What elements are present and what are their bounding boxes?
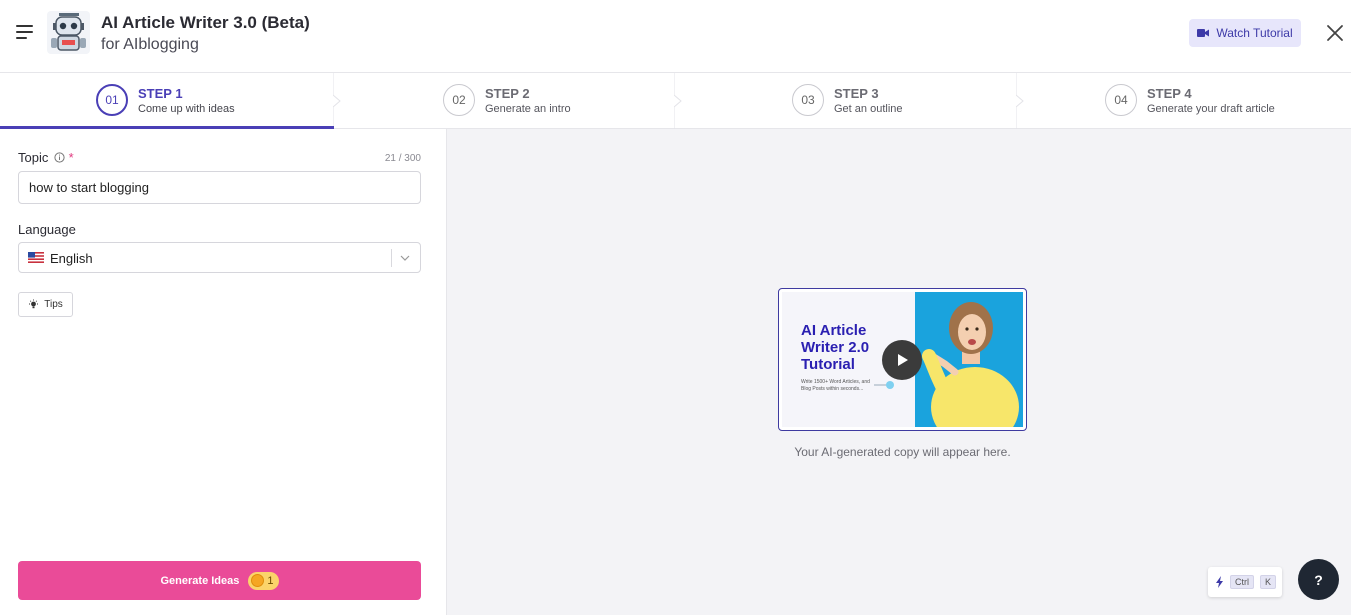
watch-tutorial-button[interactable]: Watch Tutorial xyxy=(1189,19,1301,47)
step-3-tab[interactable]: 03 STEP 3 Get an outline xyxy=(792,73,1012,129)
input-panel: Topic * 21 / 300 Language English xyxy=(0,129,447,615)
topic-input[interactable] xyxy=(18,171,421,204)
hamburger-menu-icon[interactable] xyxy=(16,24,34,40)
step-title: STEP 1 xyxy=(138,86,183,101)
video-subtitle: Write 1500+ Word Articles, and Blog Post… xyxy=(801,379,870,392)
chevron-down-icon xyxy=(400,255,410,261)
step-description: Come up with ideas xyxy=(138,103,235,115)
info-icon[interactable] xyxy=(54,152,65,163)
topic-label: Topic xyxy=(18,150,49,165)
step-number: 03 xyxy=(792,84,824,116)
topic-char-counter: 21 / 300 xyxy=(384,153,421,164)
credit-cost-badge: 1 xyxy=(248,571,279,590)
step-2-tab[interactable]: 02 STEP 2 Generate an intro xyxy=(443,73,663,129)
topic-label-row: Topic * xyxy=(18,150,74,165)
generate-ideas-label: Generate Ideas xyxy=(160,574,240,587)
language-label: Language xyxy=(18,222,76,237)
step-number: 04 xyxy=(1105,84,1137,116)
step-description: Generate an intro xyxy=(485,103,571,115)
lightning-icon xyxy=(1216,576,1223,588)
steps-bar: 01 STEP 1 Come up with ideas 02 STEP 2 G… xyxy=(0,73,1351,129)
help-button[interactable]: ? xyxy=(1298,559,1339,600)
generate-ideas-button[interactable]: Generate Ideas 1 xyxy=(18,561,421,600)
command-shortcut-hint[interactable]: Ctrl K xyxy=(1208,567,1282,597)
robot-logo-icon xyxy=(47,11,90,54)
close-icon[interactable] xyxy=(1325,23,1345,43)
pointer-dot-icon xyxy=(874,381,894,389)
app-header: AI Article Writer 3.0 (Beta) for AIblogg… xyxy=(0,0,1351,73)
step-divider-chevron xyxy=(674,73,682,129)
step-title: STEP 4 xyxy=(1147,86,1192,101)
output-placeholder: Your AI-generated copy will appear here. xyxy=(794,445,1011,459)
k-key: K xyxy=(1260,575,1277,589)
thumbnail-photo-panel xyxy=(915,292,1023,430)
tutorial-video-thumbnail[interactable]: AI Article Writer 2.0 Tutorial Write 150… xyxy=(778,288,1027,431)
step-1-tab[interactable]: 01 STEP 1 Come up with ideas xyxy=(96,73,326,129)
step-number: 01 xyxy=(96,84,128,116)
app-title: AI Article Writer 3.0 (Beta) xyxy=(101,13,310,32)
credit-count: 1 xyxy=(267,574,274,587)
language-value: English xyxy=(50,251,93,266)
video-camera-icon xyxy=(1197,29,1210,37)
select-separator xyxy=(391,249,392,267)
step-title: STEP 3 xyxy=(834,86,879,101)
step-title: STEP 2 xyxy=(485,86,530,101)
ctrl-key: Ctrl xyxy=(1230,575,1254,589)
required-asterisk: * xyxy=(68,150,74,165)
step-4-tab[interactable]: 04 STEP 4 Generate your draft article xyxy=(1105,73,1345,129)
step-divider-chevron xyxy=(333,73,341,129)
output-panel: AI Article Writer 2.0 Tutorial Write 150… xyxy=(447,129,1351,615)
step-description: Generate your draft article xyxy=(1147,103,1275,115)
us-flag-icon xyxy=(28,252,44,263)
watch-tutorial-label: Watch Tutorial xyxy=(1216,26,1293,40)
tips-button[interactable]: Tips xyxy=(18,292,73,317)
presenter-woman-image xyxy=(922,302,1019,430)
coin-icon xyxy=(251,574,265,587)
language-select[interactable]: English xyxy=(18,242,421,273)
step-divider-chevron xyxy=(1016,73,1024,129)
play-icon[interactable] xyxy=(882,340,922,380)
tips-label: Tips xyxy=(44,299,63,310)
app-subtitle: for AIblogging xyxy=(101,36,199,53)
step-number: 02 xyxy=(443,84,475,116)
step-description: Get an outline xyxy=(834,103,903,115)
lightbulb-icon xyxy=(29,299,39,309)
